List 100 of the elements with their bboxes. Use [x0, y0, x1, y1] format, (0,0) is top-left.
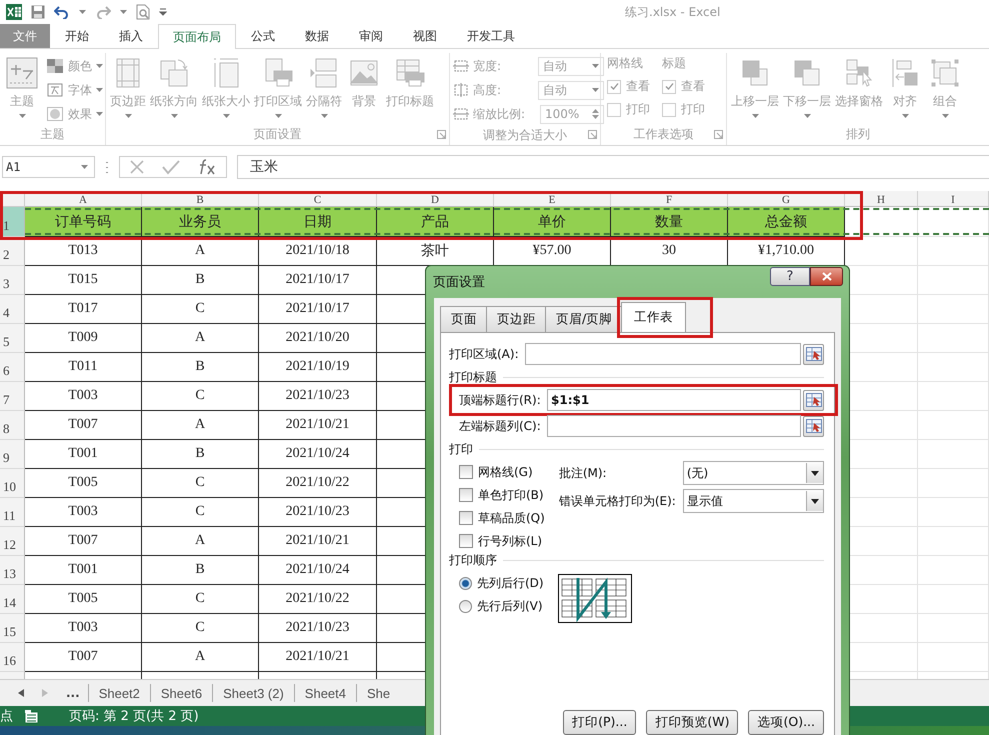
table-cell: C	[142, 498, 259, 527]
row-header[interactable]: 8	[0, 411, 25, 440]
table-arrow-icon	[806, 347, 822, 361]
undo-button[interactable]	[54, 5, 70, 19]
caret-icon	[124, 114, 132, 118]
row-header[interactable]: 14	[0, 585, 25, 614]
name-box[interactable]: A1	[2, 156, 95, 178]
checkbox-label: 查看	[681, 78, 705, 95]
help-button[interactable]: ?	[770, 267, 810, 286]
sheet-tab[interactable]: She	[356, 684, 400, 702]
height-arrows-icon	[452, 82, 470, 98]
checkmark-icon	[608, 81, 620, 92]
row-header[interactable]: 4	[0, 295, 25, 324]
table-cell: T017	[25, 295, 142, 324]
dialog-tab[interactable]: 工作表	[621, 302, 686, 332]
page-layout-icon	[25, 710, 39, 722]
print-preview-button[interactable]	[136, 4, 150, 20]
table-cell: 2021/10/21	[259, 643, 377, 672]
close-button[interactable]	[810, 267, 843, 286]
header-cell: 总金额	[728, 207, 845, 237]
dropdown-field[interactable]: 显示值	[682, 489, 824, 513]
row-header[interactable]: 11	[0, 498, 25, 527]
radio-button[interactable]	[459, 600, 472, 612]
ribbon-tab[interactable]: 视图	[398, 24, 452, 48]
ribbon-tab[interactable]: 数据	[290, 24, 344, 48]
sheet-tab[interactable]: Sheet3 (2)	[212, 684, 294, 702]
spinner-arrows-icon	[592, 108, 599, 120]
checkbox[interactable]	[459, 534, 473, 548]
row-header[interactable]: 2	[0, 237, 25, 266]
ribbon-tab[interactable]: 插入	[104, 24, 158, 48]
dialog-button[interactable]: 打印预览(W)	[646, 710, 738, 735]
radio-button[interactable]	[459, 576, 472, 590]
ribbon-tab[interactable]: 开发工具	[452, 24, 530, 48]
table-cell	[918, 266, 989, 295]
row-header[interactable]: 16	[0, 643, 25, 672]
ribbon-tab[interactable]: 公式	[236, 24, 290, 48]
function-icon[interactable]	[197, 158, 218, 176]
collapse-dialog-button[interactable]	[803, 416, 824, 436]
table-cell: T013	[25, 237, 142, 266]
more-sheets-button[interactable]: ...	[66, 686, 80, 700]
table-cell: T001	[25, 556, 142, 585]
formula-field[interactable]: 玉米	[237, 155, 989, 179]
radio-label: 先行后列(V)	[477, 598, 543, 614]
checkbox[interactable]	[459, 488, 473, 502]
input-field[interactable]	[525, 343, 801, 365]
table-cell: C	[142, 614, 259, 643]
section-heading: 打印顺序	[449, 552, 497, 568]
row-header[interactable]: 7	[0, 382, 25, 411]
row-header[interactable]: 13	[0, 556, 25, 585]
dialog-button[interactable]: 打印(P)...	[563, 710, 636, 735]
checkmark-icon	[664, 81, 674, 92]
ribbon-tab[interactable]: 审阅	[344, 24, 398, 48]
redo-button[interactable]	[95, 5, 111, 19]
column-header[interactable]: H	[845, 191, 918, 207]
sheet-tab[interactable]: Sheet6	[150, 684, 212, 702]
caret-icon	[804, 114, 810, 118]
row-header[interactable]: 5	[0, 324, 25, 353]
dialog-tab[interactable]: 页面	[440, 306, 488, 332]
table-cell	[918, 324, 989, 353]
collapse-dialog-button[interactable]	[803, 344, 824, 364]
checkmark-icon[interactable]	[162, 159, 180, 175]
ribbon-tab[interactable]: 页面布局	[158, 24, 236, 49]
table-cell: T003	[25, 382, 142, 411]
row-header[interactable]: 9	[0, 440, 25, 469]
table-cell	[918, 382, 989, 411]
dialog-tab[interactable]: 页眉/页脚	[545, 306, 624, 332]
row-header[interactable]: 12	[0, 527, 25, 556]
table-cell: 2021/10/22	[259, 469, 377, 498]
table-cell: T001	[25, 440, 142, 469]
ribbon-tab[interactable]: 开始	[50, 24, 104, 48]
dropdown-field[interactable]: (无)	[682, 461, 824, 485]
row-header[interactable]: 6	[0, 353, 25, 382]
dialog-button[interactable]: 选项(O)...	[748, 710, 824, 735]
save-button[interactable]	[31, 5, 45, 19]
sheet-tab[interactable]: Sheet2	[88, 684, 150, 702]
scroll-left-icon[interactable]	[18, 689, 24, 697]
caret-icon	[96, 112, 103, 116]
sheet-tab[interactable]: Sheet4	[294, 684, 356, 702]
checkbox[interactable]	[459, 465, 473, 479]
group-label: 主题	[40, 126, 64, 143]
input-field[interactable]: $1:$1	[547, 389, 801, 411]
table-cell: B	[142, 556, 259, 585]
row-header[interactable]: 15	[0, 614, 25, 643]
input-field[interactable]	[547, 415, 801, 437]
table-cell	[918, 353, 989, 382]
column-header[interactable]: I	[918, 191, 989, 207]
collapse-dialog-button[interactable]	[803, 390, 824, 410]
dialog-tab[interactable]: 页边距	[486, 306, 547, 332]
table-cell: A	[142, 324, 259, 353]
table-cell: 2021/10/20	[259, 324, 377, 353]
table-cell: B	[142, 440, 259, 469]
row-header[interactable]: 10	[0, 469, 25, 498]
section-heading: 打印	[449, 440, 473, 458]
table-cell: 2021/10/17	[259, 295, 377, 324]
checkbox[interactable]	[459, 511, 473, 525]
customize-menu-icon[interactable]	[159, 8, 167, 16]
checkbox-label: 单色打印(B)	[478, 486, 544, 504]
table-cell: T003	[25, 498, 142, 527]
cancel-icon[interactable]	[128, 159, 145, 175]
row-header[interactable]: 3	[0, 266, 25, 295]
